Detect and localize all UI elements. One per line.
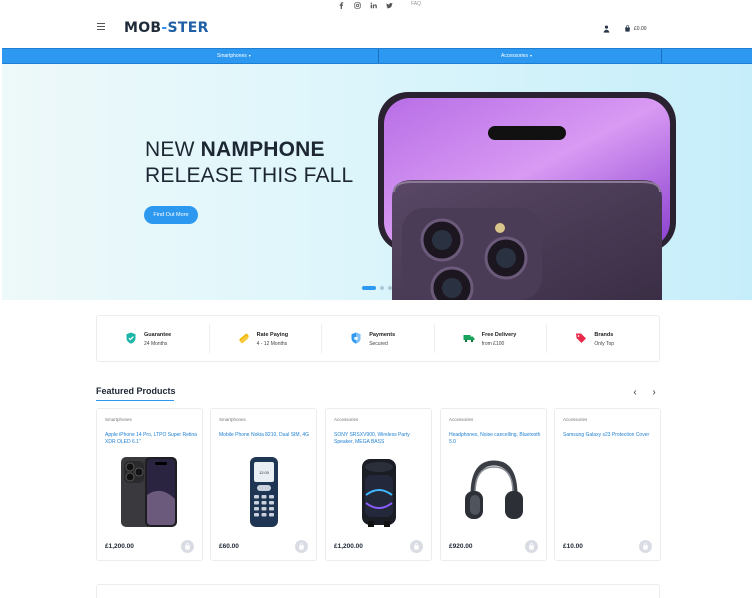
product-image-iphone[interactable] [117, 455, 183, 529]
chevron-down-icon: ▾ [248, 53, 251, 58]
product-image-headphones[interactable] [461, 455, 527, 529]
product-image-speaker[interactable] [346, 455, 412, 529]
feature-payments: Payments Secured [322, 324, 435, 353]
nav-item-label: Accessories [501, 53, 528, 59]
hero-headline-prefix: NEW [145, 138, 201, 161]
chevron-right-icon[interactable]: › [649, 387, 659, 399]
cart-bag-icon [625, 25, 630, 32]
cart-bag-icon [643, 543, 648, 550]
shield-lock-icon [351, 332, 361, 344]
card-stack-icon [238, 333, 249, 344]
chevron-left-icon[interactable]: ‹ [630, 387, 640, 399]
add-to-cart-button[interactable] [639, 540, 652, 553]
title-underline [96, 400, 174, 401]
hero-banner: NEW NAMPHONE RELEASE THIS FALL Find Out … [2, 64, 752, 300]
feature-subtitle: Secured [369, 341, 388, 347]
product-category: Accessories [449, 417, 474, 422]
nav-item-smartphones[interactable]: Smartphones ▾ [217, 53, 251, 59]
site-logo[interactable]: MOB-STER [124, 20, 209, 36]
hero-headline-bold: NAMPHONE [200, 138, 325, 161]
product-name-link[interactable]: SONY SRSXV900, Wireless Party Speaker, M… [334, 432, 426, 445]
carousel-dot-2[interactable] [380, 286, 384, 290]
product-card[interactable]: Accessories Headphones, Noise cancelling… [440, 408, 547, 561]
faq-link[interactable]: FAQ [411, 1, 421, 7]
user-account-icon[interactable] [603, 25, 610, 33]
linkedin-icon[interactable] [370, 2, 377, 9]
product-card[interactable]: Accessories Samsung Galaxy s23 Protectio… [554, 408, 661, 561]
product-card[interactable]: Smartphones Mobile Phone Nokia 8210, Dua… [210, 408, 317, 561]
product-price: £1,200.00 [105, 543, 134, 550]
next-section-panel [96, 584, 660, 598]
add-to-cart-button[interactable] [525, 540, 538, 553]
svg-text:12:00: 12:00 [259, 470, 270, 475]
product-category: Accessories [563, 417, 588, 422]
product-name-link[interactable]: Headphones, Noise cancelling, Bluetooth … [449, 432, 541, 445]
chevron-down-icon: ▾ [529, 53, 532, 58]
feature-title: Free Delivery [481, 332, 517, 338]
product-card[interactable]: Smartphones Apple iPhone 14 Pro, LTPO Su… [96, 408, 203, 561]
twitter-icon[interactable] [386, 2, 393, 9]
product-carousel: Smartphones Apple iPhone 14 Pro, LTPO Su… [96, 408, 662, 562]
feature-title: Payments [369, 332, 396, 338]
product-name-link[interactable]: Apple iPhone 14 Pro, LTPO Super Retina X… [105, 432, 197, 445]
feature-subtitle: 4 - 12 Months [256, 341, 288, 347]
find-out-more-button[interactable]: Find Out More [144, 206, 198, 224]
cart-button[interactable]: £0.00 [624, 25, 647, 32]
hero-headline-line2: RELEASE THIS FALL [145, 164, 354, 187]
feature-brands: Brands Only Top [547, 324, 659, 353]
product-category: Accessories [334, 417, 359, 422]
truck-icon [463, 335, 475, 343]
hamburger-menu-icon[interactable] [97, 23, 105, 30]
category-nav-bar: Smartphones ▾ Accessories ▾ [2, 48, 752, 64]
site-header: MOB-STER £0.00 [0, 10, 752, 48]
logo-text-part1: MOB [124, 20, 162, 36]
product-name-link[interactable]: Samsung Galaxy s23 Protection Cover [563, 432, 655, 439]
nav-divider [661, 49, 662, 63]
carousel-dot-3[interactable] [388, 286, 392, 290]
cart-bag-icon [529, 543, 534, 550]
add-to-cart-button[interactable] [181, 540, 194, 553]
featured-products-title: Featured Products [96, 386, 176, 396]
cart-bag-icon [299, 543, 304, 550]
nav-item-accessories[interactable]: Accessories ▾ [501, 53, 532, 59]
feature-subtitle: from £100 [481, 341, 505, 347]
nav-item-label: Smartphones [217, 53, 247, 59]
product-image-nokia[interactable]: 12:00 [231, 455, 297, 529]
product-category: Smartphones [105, 417, 132, 422]
feature-title: Rate Paying [256, 332, 289, 338]
features-bar: Guarantee 24 Months Rate Paying 4 - 12 M… [96, 315, 660, 362]
product-name-link[interactable]: Mobile Phone Nokia 8210, Dual SIM, 4G [219, 432, 311, 439]
feature-subtitle: 24 Months [144, 341, 168, 347]
feature-guarantee: Guarantee 24 Months [97, 324, 210, 353]
product-category: Smartphones [219, 417, 246, 422]
product-price: £1,200.00 [334, 543, 363, 550]
feature-rate-paying: Rate Paying 4 - 12 Months [210, 324, 323, 353]
product-price: £920.00 [449, 543, 473, 550]
nav-divider [378, 49, 379, 63]
facebook-icon[interactable] [338, 1, 345, 9]
tag-icon [576, 333, 587, 343]
feature-title: Guarantee [144, 332, 172, 338]
hero-phone-image [378, 92, 676, 300]
cart-total: £0.00 [634, 25, 647, 32]
cart-bag-icon [414, 543, 419, 550]
product-card[interactable]: Accessories SONY SRSXV900, Wireless Part… [325, 408, 432, 561]
instagram-icon[interactable] [354, 1, 361, 9]
feature-title: Brands [594, 332, 614, 338]
shield-check-icon [126, 332, 136, 344]
feature-subtitle: Only Top [594, 341, 615, 347]
logo-text-part2: STER [167, 20, 209, 36]
carousel-dot-1[interactable] [362, 286, 376, 290]
social-links [338, 0, 393, 10]
product-price: £60.00 [219, 543, 239, 550]
feature-free-delivery: Free Delivery from £100 [435, 324, 548, 353]
product-price: £10.00 [563, 543, 583, 550]
hero-carousel-dots [362, 286, 392, 290]
top-strip: FAQ [0, 0, 752, 10]
add-to-cart-button[interactable] [295, 540, 308, 553]
hero-headline-line1: NEW NAMPHONE [145, 138, 325, 162]
cart-bag-icon [185, 543, 190, 550]
add-to-cart-button[interactable] [410, 540, 423, 553]
